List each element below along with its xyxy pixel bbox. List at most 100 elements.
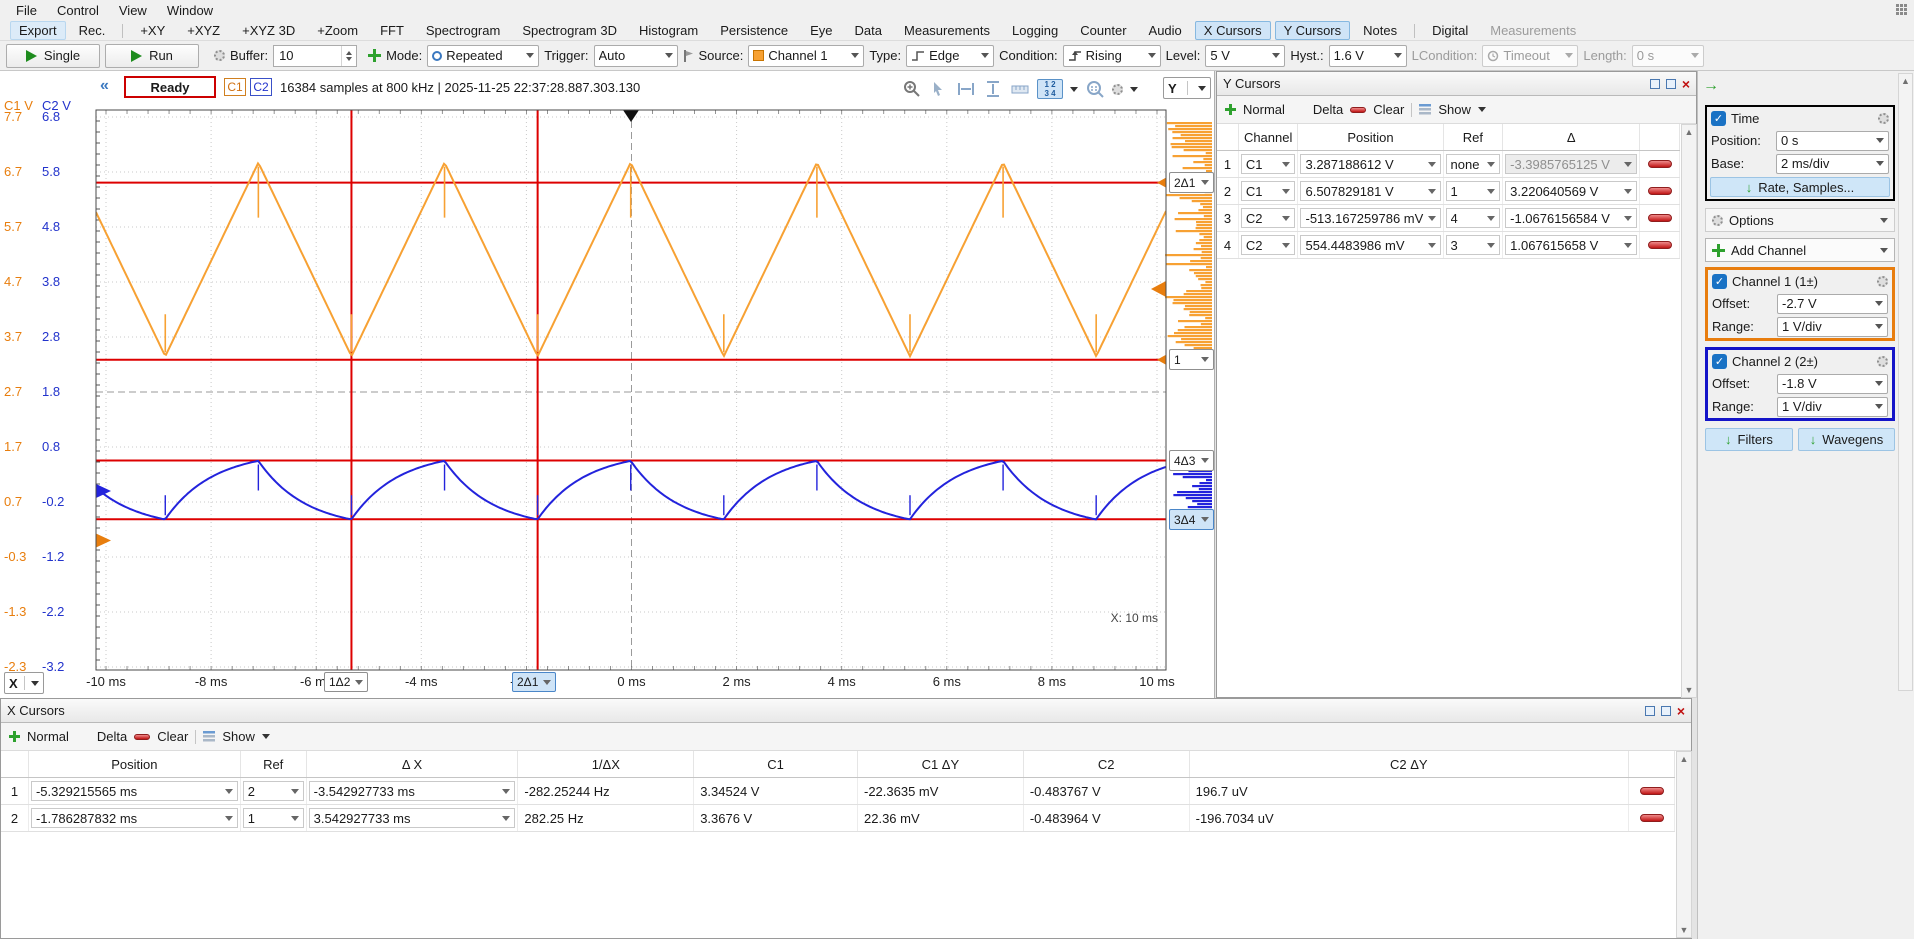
mode-select[interactable]: Repeated [427, 45, 539, 67]
channel2-offset-select[interactable]: -1.8 V [1777, 374, 1888, 394]
xcursor-cell-position[interactable]: -1.786287832 ms [31, 808, 238, 828]
sidebar-scrollbar[interactable]: ▲ [1898, 73, 1913, 691]
tab-spectrogram[interactable]: Spectrogram [417, 21, 509, 40]
add-channel-button[interactable]: Add Channel [1705, 238, 1895, 262]
tab--xyz[interactable]: +XYZ [178, 21, 229, 40]
time-checkbox[interactable]: ✓ [1711, 111, 1726, 126]
show-dropdown-icon[interactable] [262, 734, 270, 743]
menu-window[interactable]: Window [157, 1, 223, 20]
hyst-select[interactable]: 1.6 V [1329, 45, 1407, 67]
wavegens-button[interactable]: ↓Wavegens [1798, 428, 1895, 451]
time-gear-icon[interactable] [1878, 113, 1889, 124]
ycursor-cell-delta[interactable]: 3.220640569 V [1505, 181, 1637, 201]
tab-histogram[interactable]: Histogram [630, 21, 707, 40]
show-button[interactable]: Show [1438, 102, 1471, 117]
edge-badge-3Δ4[interactable]: 3Δ4 [1169, 509, 1214, 530]
xcursor-cell-position[interactable]: -5.329215565 ms [31, 781, 238, 801]
close-window-icon[interactable]: × [1677, 705, 1685, 717]
tab-x-cursors[interactable]: X Cursors [1195, 21, 1271, 40]
ycursor-remove-cursor-button[interactable] [1648, 214, 1672, 222]
add-normal-icon[interactable] [9, 731, 20, 742]
edge-badge-4Δ3[interactable]: 4Δ3 [1169, 450, 1214, 471]
tab-eye[interactable]: Eye [801, 21, 841, 40]
ycursor-cell-channel[interactable]: C2 [1241, 208, 1296, 228]
tab-counter[interactable]: Counter [1071, 21, 1135, 40]
normal-button[interactable]: Normal [1243, 102, 1285, 117]
time-position-select[interactable]: 0 s [1776, 131, 1889, 151]
length-select[interactable]: 0 s [1632, 45, 1704, 67]
xcursor-remove-cursor-button[interactable] [1640, 787, 1664, 795]
xcursor-cell-dx[interactable]: 3.542927733 ms [309, 808, 516, 828]
menu-file[interactable]: File [6, 1, 47, 20]
trigger-select[interactable]: Auto [594, 45, 678, 67]
condition-select[interactable]: Rising [1063, 45, 1161, 67]
axis-badge-2Δ1[interactable]: 2Δ1 [512, 672, 556, 692]
x-cursors-scrollbar[interactable]: ▲▼ [1676, 751, 1692, 938]
float-window-icon[interactable] [1645, 706, 1655, 716]
xcursor-cell-ref[interactable]: 2 [243, 781, 304, 801]
tab-audio[interactable]: Audio [1140, 21, 1191, 40]
tab-notes[interactable]: Notes [1354, 21, 1406, 40]
close-window-icon[interactable]: × [1682, 78, 1690, 90]
ycursor-remove-cursor-button[interactable] [1648, 241, 1672, 249]
ycursor-cell-delta[interactable]: 1.067615658 V [1505, 235, 1637, 255]
tab-spectrogram-3d[interactable]: Spectrogram 3D [513, 21, 626, 40]
ycursor-cell-delta[interactable]: -1.0676156584 V [1505, 208, 1637, 228]
xcursor-remove-cursor-button[interactable] [1640, 814, 1664, 822]
normal-button[interactable]: Normal [27, 729, 69, 744]
source-select[interactable]: Channel 1 [748, 45, 864, 67]
buffer-spinner[interactable]: 10 [273, 45, 357, 67]
xcursor-cell-ref[interactable]: 1 [243, 808, 304, 828]
type-select[interactable]: Edge [906, 45, 994, 67]
edge-badge-2Δ1[interactable]: 2Δ1 [1169, 172, 1214, 193]
delta-button[interactable]: Delta [1313, 102, 1343, 117]
tab--xy[interactable]: +XY [131, 21, 174, 40]
ycursor-cell-channel[interactable]: C1 [1241, 154, 1296, 174]
tab-fft[interactable]: FFT [371, 21, 413, 40]
tab-rec-[interactable]: Rec. [70, 21, 115, 40]
menu-view[interactable]: View [109, 1, 157, 20]
tab-digital[interactable]: Digital [1423, 21, 1477, 40]
maximize-window-icon[interactable] [1666, 79, 1676, 89]
ycursor-cell-channel[interactable]: C1 [1241, 181, 1296, 201]
lcondition-select[interactable]: Timeout [1482, 45, 1578, 67]
plot-canvas[interactable] [0, 71, 1215, 698]
expand-right-icon[interactable]: → [1703, 77, 1719, 95]
ycursor-remove-cursor-button[interactable] [1648, 160, 1672, 168]
filters-button[interactable]: ↓Filters [1705, 428, 1793, 451]
tray-grid-icon[interactable] [1895, 3, 1908, 16]
run-button[interactable]: Run [105, 44, 199, 68]
ycursor-cell-position[interactable]: -513.167259786 mV [1300, 208, 1440, 228]
ycursor-remove-cursor-button[interactable] [1648, 187, 1672, 195]
clear-icon[interactable] [1350, 107, 1366, 113]
float-window-icon[interactable] [1650, 79, 1660, 89]
ycursor-cell-position[interactable]: 554.4483986 mV [1300, 235, 1440, 255]
edge-badge-1[interactable]: 1 [1169, 349, 1214, 370]
ycursor-cell-ref[interactable]: none [1446, 154, 1501, 174]
channel1-range-select[interactable]: 1 V/div [1777, 317, 1888, 337]
show-dropdown-icon[interactable] [1478, 107, 1486, 116]
channel2-range-select[interactable]: 1 V/div [1777, 397, 1888, 417]
spinner-arrows-icon[interactable] [341, 46, 356, 66]
rate-samples-button[interactable]: ↓Rate, Samples... [1710, 177, 1890, 197]
ycursor-cell-position[interactable]: 3.287188612 V [1300, 154, 1440, 174]
channel1-checkbox[interactable]: ✓ [1712, 274, 1727, 289]
tab-y-cursors[interactable]: Y Cursors [1275, 21, 1351, 40]
ycursor-cell-ref[interactable]: 1 [1446, 181, 1501, 201]
tab-measurements[interactable]: Measurements [895, 21, 999, 40]
ycursor-cell-ref[interactable]: 3 [1446, 235, 1501, 255]
show-button[interactable]: Show [222, 729, 255, 744]
clear-button[interactable]: Clear [157, 729, 188, 744]
clear-icon[interactable] [134, 734, 150, 740]
time-base-select[interactable]: 2 ms/div [1776, 154, 1889, 174]
level-select[interactable]: 5 V [1205, 45, 1285, 67]
ycursor-cell-ref[interactable]: 4 [1446, 208, 1501, 228]
y-cursors-scrollbar[interactable]: ▲▼ [1681, 124, 1697, 698]
menu-control[interactable]: Control [47, 1, 109, 20]
tab-data[interactable]: Data [846, 21, 891, 40]
delta-button[interactable]: Delta [97, 729, 127, 744]
channel1-gear-icon[interactable] [1877, 276, 1888, 287]
add-mode-icon[interactable] [368, 49, 381, 62]
clear-button[interactable]: Clear [1373, 102, 1404, 117]
channel2-checkbox[interactable]: ✓ [1712, 354, 1727, 369]
